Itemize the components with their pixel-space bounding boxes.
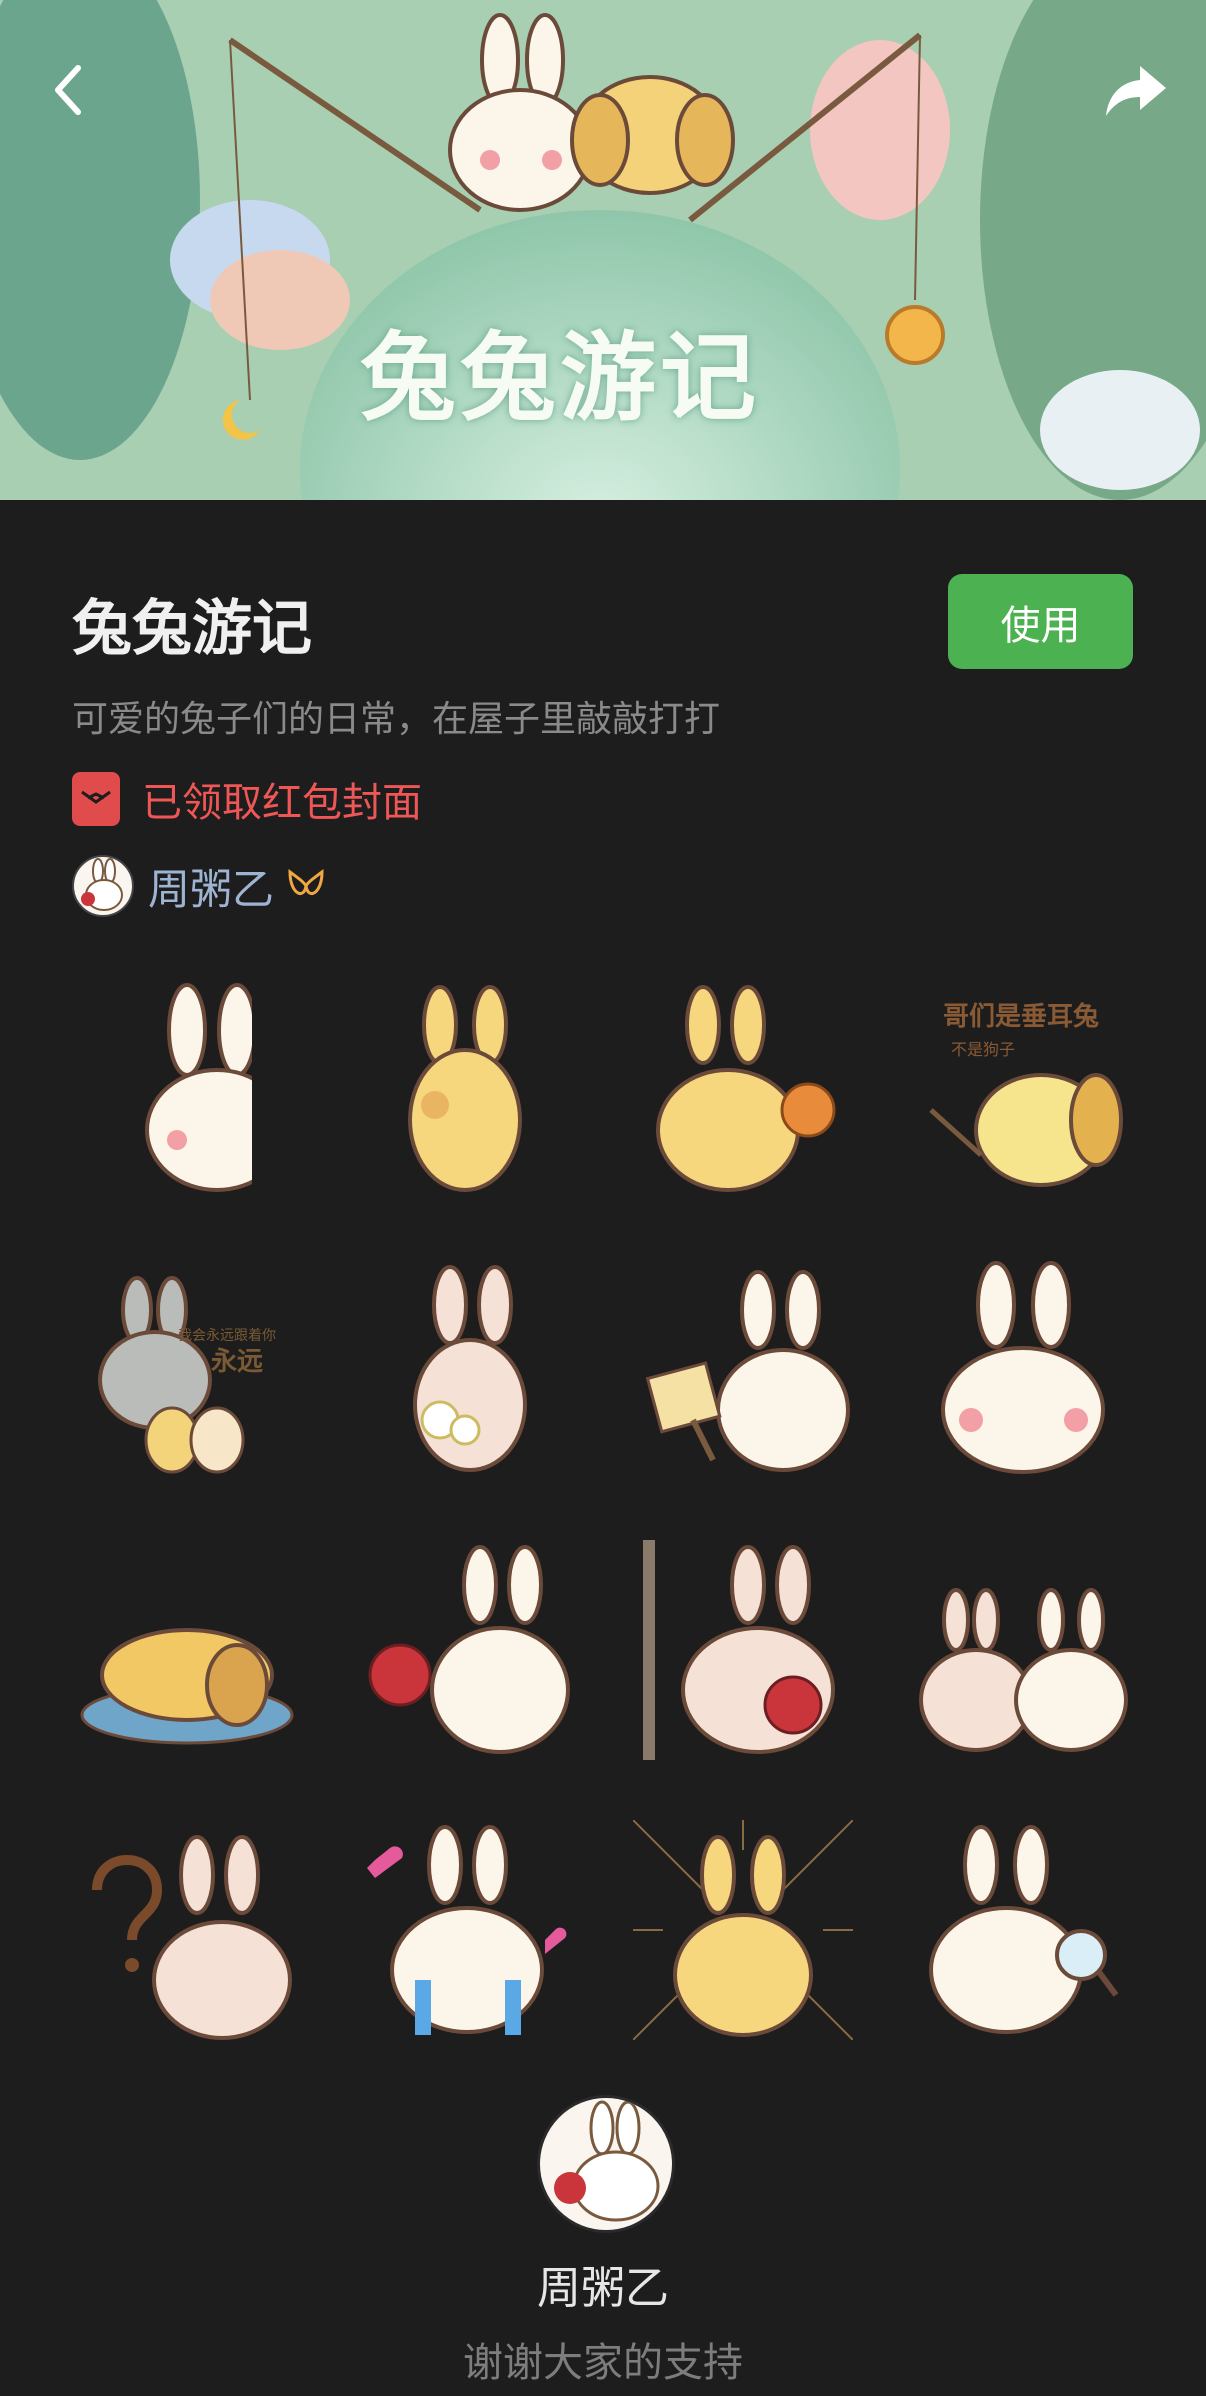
share-button[interactable]	[1096, 50, 1176, 130]
banner-title-artwork: 兔兔游记	[360, 322, 760, 434]
ghost-rabbit-eggs-sticker: 我会永远跟着你 永远	[98, 1276, 276, 1474]
two-rabbits-sticker	[919, 1588, 1128, 1752]
yellow-rabbit-burst-sticker	[633, 1820, 853, 2040]
sticker-item[interactable]	[882, 1230, 1160, 1510]
banner-artwork: 兔兔游记	[0, 0, 1206, 500]
sticker-item[interactable]	[604, 950, 882, 1230]
yellow-rabbit-rose-sticker	[656, 985, 836, 1192]
rabbit-crying-hearts-sticker	[367, 1825, 567, 2035]
author-link[interactable]: 周粥乙	[72, 855, 328, 917]
sticker-caption: 哥们是垂耳兔	[943, 1002, 1099, 1032]
dog-melting-sticker	[80, 1628, 294, 1745]
pack-title: 兔兔游记	[72, 594, 312, 664]
sticker-item[interactable]	[604, 1230, 882, 1510]
sticker-item[interactable]	[882, 1510, 1160, 1790]
sticker-subcaption: 我会永远跟着你	[178, 1328, 276, 1344]
sticker-caption: 永远	[211, 1347, 263, 1377]
author-name: 周粥乙	[148, 864, 275, 914]
rabbit-magnifier-sticker	[929, 1825, 1119, 2034]
chevron-left-icon	[55, 65, 81, 115]
share-arrow-icon	[1106, 66, 1166, 116]
sticker-item[interactable]	[326, 1230, 604, 1510]
sticker-item[interactable]	[604, 1510, 882, 1790]
footer-thanks: 谢谢大家的支持	[463, 2340, 743, 2386]
rabbit-question-sticker	[92, 1835, 292, 2040]
use-button[interactable]: 使用	[948, 574, 1133, 669]
red-packet-icon	[72, 772, 120, 826]
sticker-item[interactable]	[326, 1790, 604, 2070]
author-avatar[interactable]	[537, 2095, 675, 2233]
sticker-item[interactable]: 我会永远跟着你 永远	[48, 1230, 326, 1510]
creator-badge-icon	[288, 868, 324, 895]
sticker-item[interactable]	[326, 1510, 604, 1790]
back-button[interactable]	[30, 50, 110, 130]
footer-author-name: 周粥乙	[537, 2263, 669, 2314]
sticker-item[interactable]	[326, 950, 604, 1230]
sticker-item[interactable]	[604, 1790, 882, 2070]
rabbit-flowers-sticker	[413, 1265, 527, 1472]
red-packet-cover-status[interactable]: 已领取红包封面	[72, 770, 422, 828]
rabbit-smile-sticker	[941, 1261, 1105, 1474]
sticker-item[interactable]	[48, 1790, 326, 2070]
sticker-grid: 哥们是垂耳兔 不是狗子 我会永远跟着你 永远	[0, 950, 1206, 2070]
sticker-subcaption: 不是狗子	[951, 1040, 1015, 1059]
cover-status-label: 已领取红包封面	[142, 780, 422, 826]
dog-lop-ear-sticker: 哥们是垂耳兔 不是狗子	[929, 1002, 1123, 1187]
sticker-item[interactable]	[48, 1510, 326, 1790]
yellow-rabbit-shy-sticker	[408, 985, 522, 1192]
sticker-item[interactable]: 哥们是垂耳兔 不是狗子	[882, 950, 1160, 1230]
rabbit-pole-rose-sticker	[643, 1540, 835, 1760]
rabbit-sign-sticker	[645, 1270, 850, 1472]
pack-description: 可爱的兔子们的日常，在屋子里敲敲打打	[72, 699, 721, 740]
rabbit-rose-left-sticker	[368, 1545, 570, 1754]
sticker-item[interactable]	[882, 1790, 1160, 2070]
avatar	[72, 855, 134, 917]
sticker-item[interactable]	[48, 950, 326, 1230]
rabbit-peek-sticker	[145, 980, 297, 1200]
